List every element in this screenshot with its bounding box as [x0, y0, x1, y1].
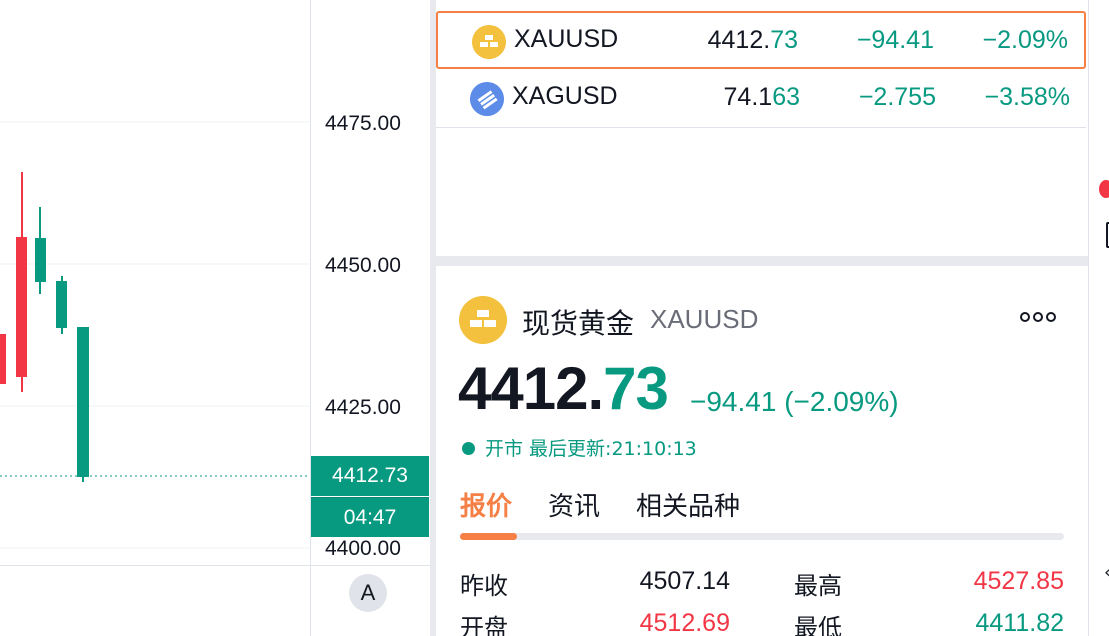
section-divider[interactable]: [436, 256, 1088, 266]
candle[interactable]: [0, 334, 6, 384]
stat-value-high: 4527.85: [973, 567, 1064, 595]
watchlist-change-percent: −2.09%: [982, 26, 1069, 54]
watchlist-symbol: XAGUSD: [512, 82, 618, 110]
candle[interactable]: [35, 207, 46, 294]
price-tick-label: 4400.00: [325, 537, 401, 560]
stat-label-prev-close: 昨收: [460, 572, 508, 600]
watchlist-symbol: XAUUSD: [514, 25, 619, 53]
axis-divider: [310, 566, 311, 636]
chevron-left-icon[interactable]: ‹: [1104, 562, 1109, 583]
watchlist-change: −2.755: [858, 83, 936, 111]
gold-bars-icon: [472, 25, 506, 59]
candle[interactable]: [77, 327, 89, 482]
more-options-icon[interactable]: [1020, 310, 1058, 324]
gold-bars-icon: [459, 296, 507, 344]
tab-indicator-track: [460, 533, 1064, 540]
stat-label-low: 最低: [794, 614, 842, 636]
stat-value-open: 4512.69: [639, 609, 730, 636]
market-status: 开市 最后更新:21:10:13: [462, 434, 697, 461]
watchlist-change: −94.41: [856, 26, 934, 54]
symbol-full-name: 现货黄金: [522, 307, 635, 340]
notification-dot-icon[interactable]: [1099, 180, 1109, 198]
stat-value-prev-close: 4507.14: [639, 567, 730, 595]
watchlist-last-price: 4412.73: [707, 26, 798, 54]
stat-value-low: 4411.82: [975, 609, 1064, 636]
tab-related[interactable]: 相关品种: [636, 486, 740, 523]
tab-news[interactable]: 资讯: [548, 486, 600, 523]
price-tick-label: 4475.00: [325, 112, 401, 135]
symbol-details: 现货黄金 XAUUSD 4412.73 −94.41 (−2.09%) 开市 最…: [436, 266, 1088, 636]
chart-pane[interactable]: 4475.00 4450.00 4425.00 4400.00 4412.73 …: [0, 0, 430, 636]
bar-countdown: 04:47: [311, 497, 429, 537]
symbol-ticker: XAUUSD: [650, 304, 759, 334]
watchlist-change-percent: −3.58%: [984, 83, 1071, 111]
tab-indicator: [460, 533, 517, 540]
symbol-last-price: 4412.73: [458, 355, 669, 422]
candle[interactable]: [16, 172, 27, 392]
silver-bars-icon: [470, 82, 504, 116]
symbol-change: −94.41 (−2.09%): [690, 386, 899, 417]
candlestick-plot[interactable]: [0, 0, 310, 565]
price-tick-label: 4450.00: [325, 254, 401, 277]
auto-scale-button[interactable]: A: [349, 574, 387, 612]
watchlist-row-xagusd[interactable]: XAGUSD 74.163 −2.755 −3.58%: [436, 70, 1086, 128]
stat-label-open: 开盘: [460, 614, 508, 636]
tab-quote[interactable]: 报价: [460, 486, 512, 523]
stat-label-high: 最高: [794, 572, 842, 600]
watchlist-panel: XAUUSD 4412.73 −94.41 −2.09% XAGUSD 74.1…: [436, 0, 1088, 636]
right-toolbar: [1088, 0, 1109, 636]
watchlist-row-xauusd[interactable]: XAUUSD 4412.73 −94.41 −2.09%: [436, 11, 1086, 69]
watchlist-last-price: 74.163: [723, 83, 800, 111]
status-dot-icon: [462, 442, 475, 455]
candle[interactable]: [56, 276, 67, 334]
last-price-tag: 4412.73: [311, 456, 429, 496]
price-tick-label: 4425.00: [325, 396, 401, 419]
